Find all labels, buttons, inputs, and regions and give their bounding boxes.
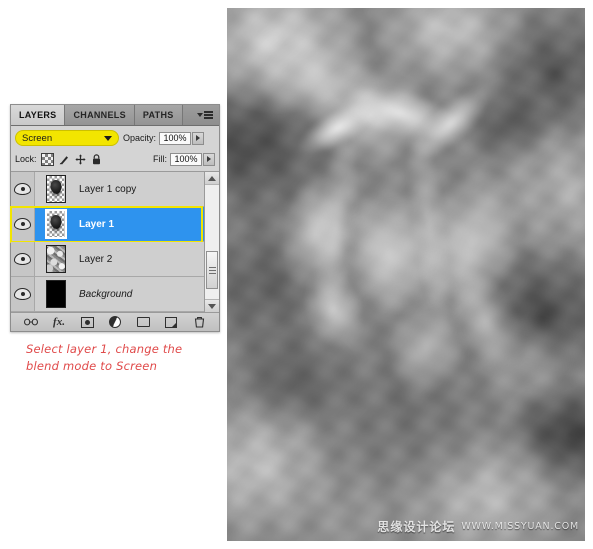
opacity-input[interactable]: 100% xyxy=(159,131,192,145)
layer-list: Layer 1 copy Layer 1 Layer 2 Background xyxy=(10,171,219,313)
table-row[interactable]: Layer 2 xyxy=(11,242,219,277)
new-adjustment-layer-icon[interactable] xyxy=(107,315,123,329)
layer-name: Layer 1 xyxy=(79,218,115,230)
tab-channels[interactable]: CHANNELS xyxy=(65,105,135,125)
chevron-down-icon xyxy=(104,135,112,141)
blob-transparent-thumbnail xyxy=(45,209,67,239)
layer-name: Background xyxy=(79,288,133,300)
fill-control: Fill: 100% xyxy=(153,152,215,166)
tab-paths[interactable]: PATHS xyxy=(134,105,183,125)
black-thumbnail xyxy=(46,280,66,308)
layer-thumbnail-cell xyxy=(35,245,77,273)
tab-layers-label: LAYERS xyxy=(19,110,57,120)
layer-thumbnail-cell xyxy=(35,209,77,239)
smoke-face-group xyxy=(256,75,557,435)
panel-tabstrip: LAYERS CHANNELS PATHS xyxy=(11,105,219,126)
watermark-url: WWW.MISSYUAN.COM xyxy=(461,521,579,532)
layer-visibility-toggle[interactable] xyxy=(11,172,35,206)
blend-mode-dropdown[interactable]: Screen xyxy=(15,130,119,146)
eye-icon xyxy=(14,288,31,300)
smoke-artwork-image: 思缘设计论坛 WWW.MISSYUAN.COM xyxy=(227,8,585,541)
scroll-down-arrow-icon[interactable] xyxy=(205,299,219,312)
fill-label: Fill: xyxy=(153,154,167,164)
fill-value: 100% xyxy=(174,154,198,164)
lock-image-pixels-icon[interactable] xyxy=(59,154,70,165)
layer-thumbnail-cell xyxy=(35,280,77,308)
layer-name: Layer 1 copy xyxy=(79,183,137,195)
watermark: 思缘设计论坛 WWW.MISSYUAN.COM xyxy=(377,518,579,535)
lock-label: Lock: xyxy=(15,154,37,164)
new-layer-icon[interactable] xyxy=(163,315,179,329)
panel-menu-icon[interactable] xyxy=(191,105,219,125)
layer-thumbnail-cell xyxy=(35,175,77,203)
lock-position-icon[interactable] xyxy=(74,153,86,165)
annotation-line-2: blend mode to Screen xyxy=(26,358,158,373)
fill-input[interactable]: 100% xyxy=(170,152,202,166)
layer-visibility-toggle[interactable] xyxy=(11,242,35,276)
blend-mode-value: Screen xyxy=(22,132,53,144)
tabstrip-filler xyxy=(182,105,191,125)
lock-all-icon[interactable] xyxy=(91,153,102,165)
scroll-up-arrow-icon[interactable] xyxy=(205,172,219,185)
table-row[interactable]: Background xyxy=(11,277,219,312)
new-group-folder-icon[interactable] xyxy=(135,315,151,329)
layer-list-scrollbar[interactable] xyxy=(204,172,219,312)
layers-panel-toolbar: fx. xyxy=(11,313,219,331)
layer-visibility-toggle[interactable] xyxy=(11,207,35,241)
opacity-value: 100% xyxy=(163,133,187,143)
layer-visibility-toggle[interactable] xyxy=(11,277,35,311)
tab-channels-label: CHANNELS xyxy=(73,110,126,120)
chevron-down-icon xyxy=(197,113,203,117)
layer-style-fx-icon[interactable]: fx. xyxy=(51,315,67,329)
blob-transparent-thumbnail xyxy=(46,175,66,203)
delete-layer-trash-icon[interactable] xyxy=(191,315,207,329)
lock-row: Lock: Fill: 100% xyxy=(11,149,219,171)
annotation-text: Select layer 1, change the blend mode to… xyxy=(26,341,216,374)
tab-paths-label: PATHS xyxy=(142,110,174,120)
table-row[interactable]: Layer 1 xyxy=(10,205,219,243)
opacity-control: Opacity: 100% xyxy=(123,131,205,145)
add-layer-mask-icon[interactable] xyxy=(79,315,95,329)
hamburger-icon xyxy=(204,111,213,119)
eye-icon xyxy=(14,183,31,195)
eye-icon xyxy=(14,253,31,265)
fill-stepper[interactable] xyxy=(203,152,215,166)
eye-icon xyxy=(14,218,31,230)
opacity-stepper[interactable] xyxy=(192,131,205,145)
opacity-label: Opacity: xyxy=(123,133,157,143)
scrollbar-track[interactable] xyxy=(205,185,219,299)
tab-layers[interactable]: LAYERS xyxy=(11,105,66,125)
layer-name: Layer 2 xyxy=(79,253,113,265)
clouds-thumbnail xyxy=(46,245,66,273)
scrollbar-grip-icon xyxy=(208,266,216,274)
layers-panel: LAYERS CHANNELS PATHS Screen Opacity: 10… xyxy=(10,104,220,332)
lock-transparent-pixels-icon[interactable] xyxy=(40,152,54,166)
watermark-chinese: 思缘设计论坛 xyxy=(377,520,456,534)
link-layers-icon[interactable] xyxy=(23,315,39,329)
scrollbar-thumb[interactable] xyxy=(206,251,218,290)
table-row[interactable]: Layer 1 copy xyxy=(11,172,219,207)
annotation-line-1: Select layer 1, change the xyxy=(26,342,183,356)
lock-icon-group xyxy=(40,152,102,166)
blend-mode-row: Screen Opacity: 100% xyxy=(11,126,219,149)
